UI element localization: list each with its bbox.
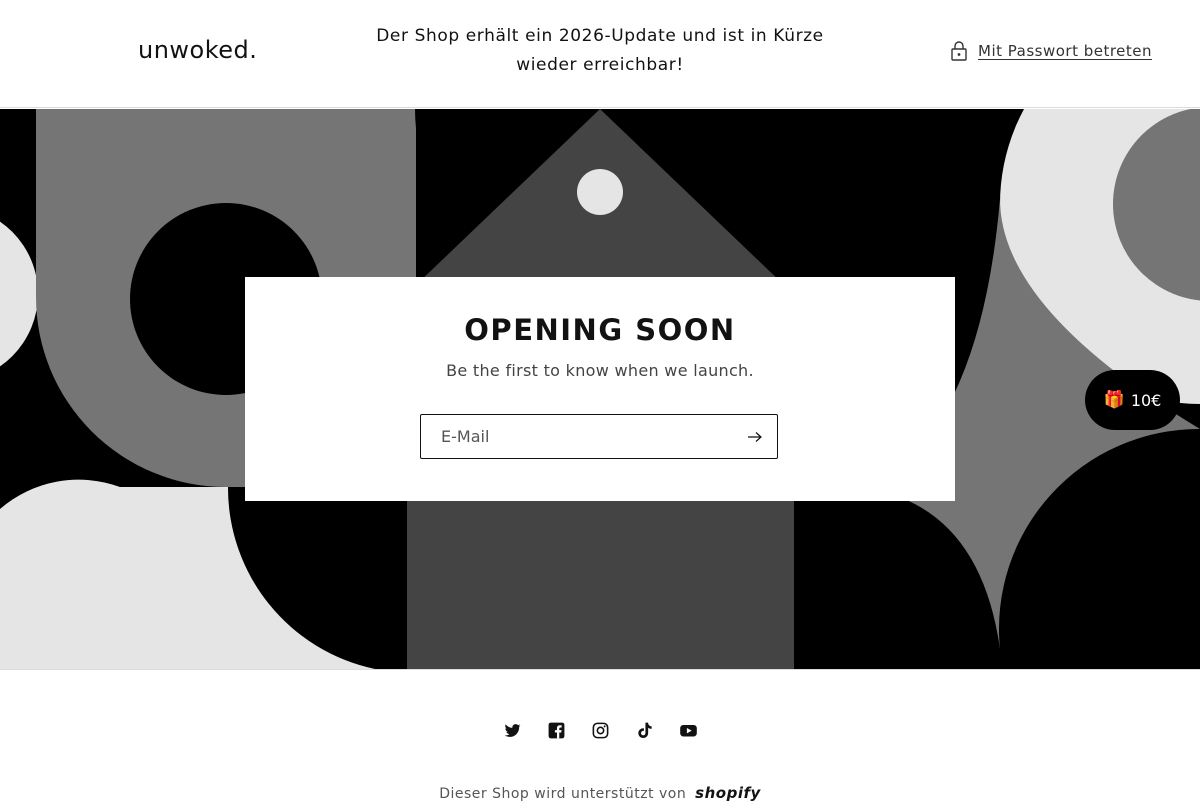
email-signup-form — [420, 414, 778, 459]
tiktok-icon — [637, 722, 652, 738]
email-submit-button[interactable] — [743, 427, 767, 447]
lock-icon — [951, 41, 967, 61]
youtube-icon — [679, 724, 697, 736]
header: unwoked. Der Shop erhält ein 2026-Update… — [0, 0, 1200, 108]
instagram-icon — [592, 722, 608, 738]
opening-soon-title: OPENING SOON — [464, 313, 736, 347]
facebook-link[interactable] — [546, 720, 566, 740]
twitter-icon — [504, 723, 521, 737]
social-links — [0, 720, 1200, 740]
gift-discount-badge[interactable]: 🎁 10€ — [1085, 370, 1180, 430]
announcement: Der Shop erhält ein 2026-Update und ist … — [370, 22, 830, 80]
gift-icon: 🎁 — [1103, 390, 1125, 410]
enter-password-link[interactable]: Mit Passwort betreten — [950, 40, 1152, 62]
opening-soon-subtitle: Be the first to know when we launch. — [446, 361, 754, 380]
arrow-right-icon — [748, 432, 762, 442]
facebook-icon — [548, 722, 564, 738]
tiktok-link[interactable] — [634, 720, 654, 740]
instagram-link[interactable] — [590, 720, 610, 740]
twitter-link[interactable] — [502, 720, 522, 740]
footer: Dieser Shop wird unterstützt von shopify — [0, 669, 1200, 802]
shopify-logo-link[interactable]: shopify — [695, 784, 761, 802]
opening-soon-card: OPENING SOON Be the first to know when w… — [245, 277, 955, 501]
hero-banner: OPENING SOON Be the first to know when w… — [0, 109, 1200, 669]
announcement-line-1: Der Shop erhält ein 2026-Update und ist … — [376, 26, 824, 46]
store-logo[interactable]: unwoked. — [138, 36, 257, 64]
powered-by: Dieser Shop wird unterstützt von shopify — [0, 784, 1200, 802]
password-link-label[interactable]: Mit Passwort betreten — [978, 42, 1152, 60]
announcement-line-2: wieder erreichbar! — [516, 55, 684, 75]
youtube-link[interactable] — [678, 720, 698, 740]
email-input[interactable] — [421, 415, 731, 458]
gift-badge-label: 10€ — [1130, 390, 1162, 410]
